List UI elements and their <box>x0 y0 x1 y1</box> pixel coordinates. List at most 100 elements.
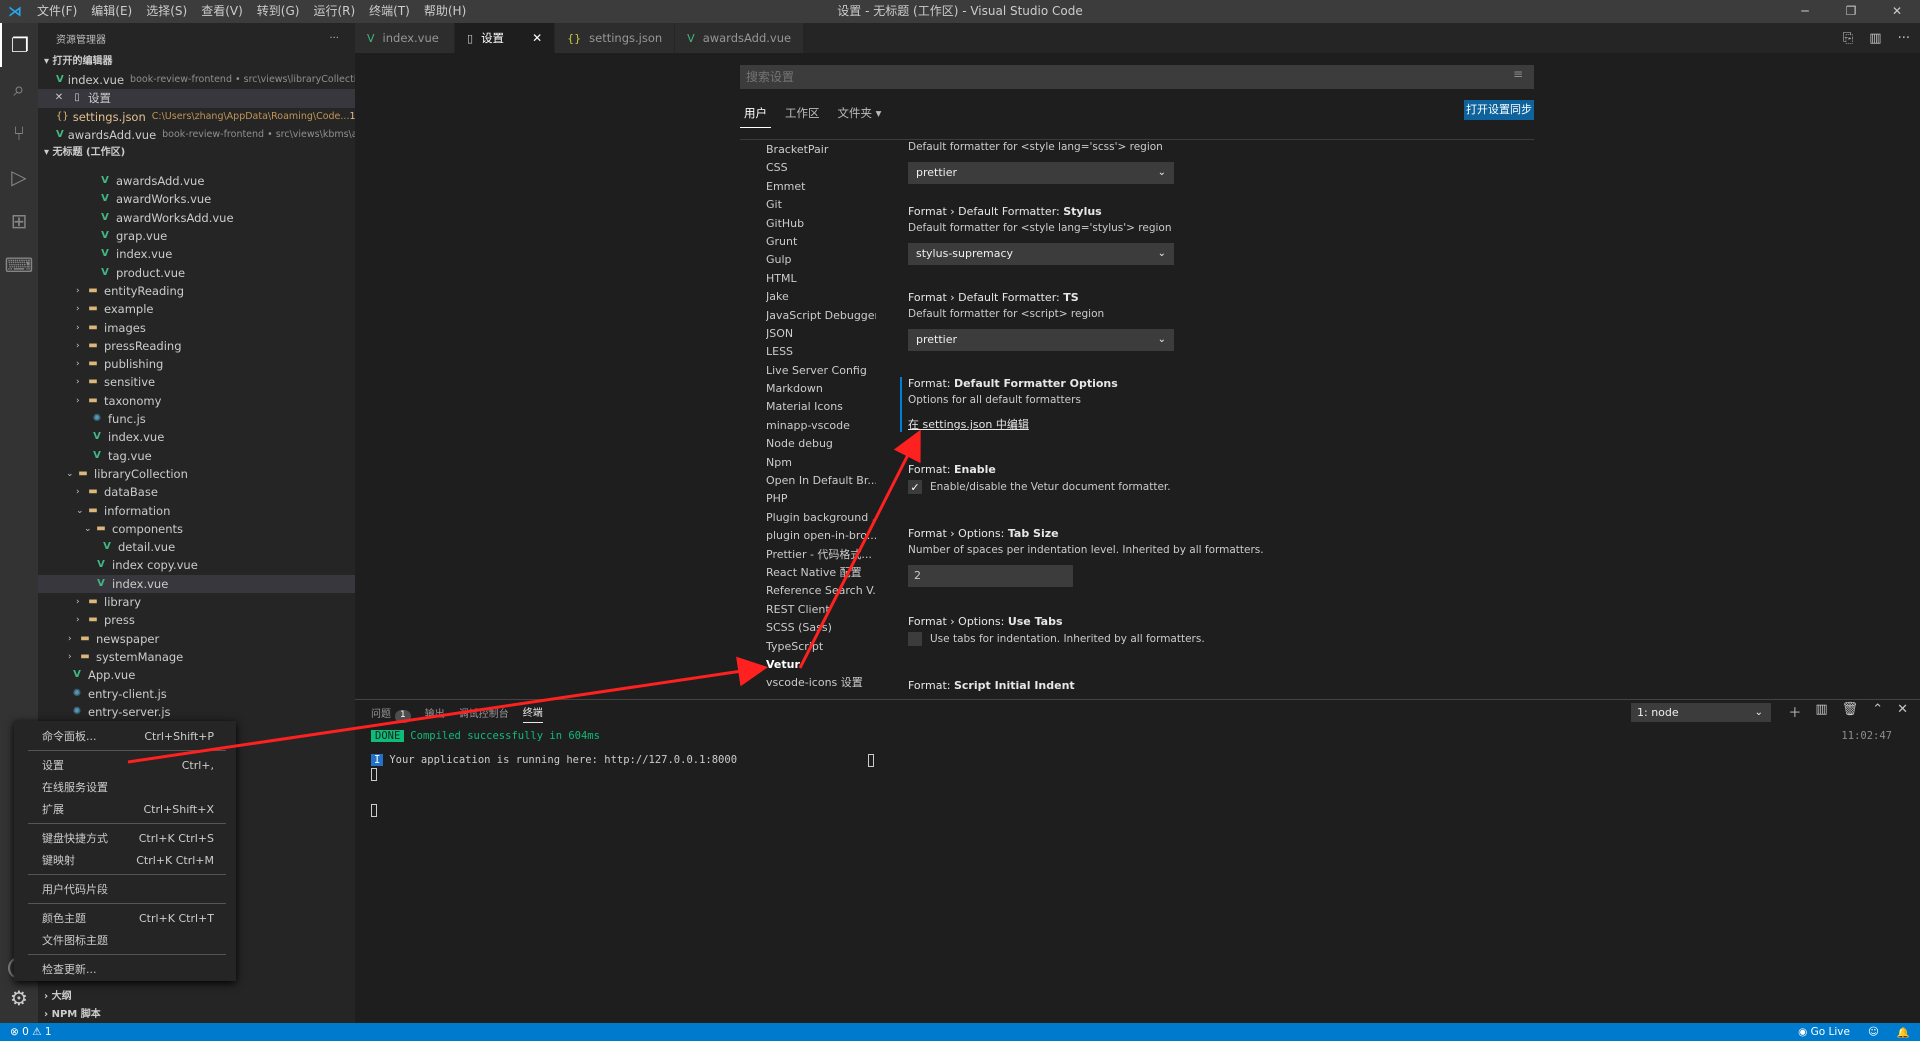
toc-item[interactable]: Material Icons <box>766 398 876 416</box>
menu-item[interactable]: 文件(F) <box>30 0 84 23</box>
tree-item[interactable]: › ▬ press <box>38 611 355 629</box>
toc-item[interactable]: Vetur <box>766 656 876 674</box>
editor-tab[interactable]: ▯ 设置 ✕ <box>455 23 556 53</box>
toc-item[interactable]: REST Client <box>766 601 876 619</box>
more-editor-actions-icon[interactable]: ··· <box>1898 31 1910 46</box>
toc-item[interactable]: Plugin background ... <box>766 509 876 527</box>
open-editors-header[interactable]: ▾ 打开的编辑器 <box>38 53 355 71</box>
toc-item[interactable]: BracketPair <box>766 141 876 159</box>
new-terminal-icon[interactable]: ＋ <box>1788 702 1801 721</box>
tree-item[interactable]: › ▬ pressReading <box>38 337 355 355</box>
toc-item[interactable]: Reference Search V... <box>766 582 876 600</box>
stylus-formatter-select[interactable]: stylus-supremacy ⌄ <box>908 243 1174 265</box>
edit-in-settings-json-link[interactable]: 在 settings.json 中编辑 <box>908 416 1540 432</box>
npm-scripts-header[interactable]: › NPM 脚本 <box>38 1006 355 1023</box>
tab-size-input[interactable]: 2 <box>908 565 1073 587</box>
scope-tab[interactable]: 文件夹 ▾ <box>834 103 886 128</box>
tree-item[interactable]: ✺ entry-client.js <box>38 685 355 703</box>
feedback-icon[interactable]: ☺ <box>1868 1026 1879 1038</box>
tree-item[interactable]: ⌄ ▬ libraryCollection <box>38 465 355 483</box>
tree-item[interactable]: › ▬ example <box>38 300 355 318</box>
tree-item[interactable]: › ▬ publishing <box>38 355 355 373</box>
tree-item[interactable]: VawardWorksAdd.vue <box>38 209 355 227</box>
context-menu-item[interactable]: 检查更新... <box>14 958 236 980</box>
context-menu-item[interactable]: 颜色主题 Ctrl+K Ctrl+T <box>14 907 236 929</box>
terminal-output[interactable]: DONE Compiled successfully in 604ms 11:02… <box>371 728 1906 1018</box>
menu-item[interactable]: 转到(G) <box>250 0 307 23</box>
panel-tab[interactable]: 问题 1 <box>371 705 411 723</box>
extensions-icon[interactable]: ⊞ <box>0 199 38 243</box>
editor-tab[interactable]: Vindex.vue <box>355 23 455 53</box>
minimize-icon[interactable]: ─ <box>1782 0 1828 23</box>
tree-item[interactable]: › ▬ newspaper <box>38 630 355 648</box>
tree-item[interactable]: ✺ entry-server.js <box>38 703 355 721</box>
workspace-header[interactable]: ▾ 无标题 (工作区) <box>38 144 355 162</box>
panel-tab[interactable]: 调试控制台 <box>459 705 509 723</box>
close-icon[interactable]: ✕ <box>52 89 66 107</box>
toc-item[interactable]: minapp-vscode <box>766 417 876 435</box>
open-editor-item[interactable]: Vindex.vue book-review-frontend • src\vie… <box>38 71 355 89</box>
go-live-button[interactable]: ◉ Go Live <box>1798 1026 1850 1038</box>
menu-item[interactable]: 编辑(E) <box>84 0 139 23</box>
toc-item[interactable]: Gulp <box>766 251 876 269</box>
toc-item[interactable]: TypeScript <box>766 638 876 656</box>
restore-icon[interactable]: ❐ <box>1828 0 1874 23</box>
settings-sync-button[interactable]: 打开设置同步 <box>1464 100 1534 120</box>
toc-item[interactable]: SCSS (Sass) <box>766 619 876 637</box>
run-debug-icon[interactable]: ▷ <box>0 155 38 199</box>
tree-item[interactable]: › ▬ library <box>38 593 355 611</box>
tree-item[interactable]: VawardWorks.vue <box>38 190 355 208</box>
tree-item[interactable]: V App.vue <box>38 666 355 684</box>
toc-item[interactable]: plugin open-in-bro... <box>766 527 876 545</box>
menu-item[interactable]: 选择(S) <box>139 0 194 23</box>
panel-tab[interactable]: 终端 <box>522 704 543 723</box>
open-editor-item[interactable]: {} settings.json C:\Users\zhang\AppData\Ro… <box>38 108 355 126</box>
tree-item[interactable]: › ▬ entityReading <box>38 282 355 300</box>
toc-item[interactable]: LESS <box>766 343 876 361</box>
context-menu-item[interactable]: 设置 Ctrl+, <box>14 754 236 776</box>
more-actions-icon[interactable]: ··· <box>329 33 339 44</box>
close-window-icon[interactable]: ✕ <box>1874 0 1920 23</box>
toc-item[interactable]: PHP <box>766 490 876 508</box>
tree-item[interactable]: › ▬ sensitive <box>38 373 355 391</box>
context-menu-item[interactable]: 键映射 Ctrl+K Ctrl+M <box>14 849 236 871</box>
menu-item[interactable]: 终端(T) <box>362 0 417 23</box>
tree-item[interactable]: ⌄ ▬ components <box>38 520 355 538</box>
open-editor-item[interactable]: ✕ ▯ 设置 <box>38 89 355 108</box>
tree-item[interactable]: Vindex copy.vue <box>38 556 355 574</box>
toc-item[interactable]: GitHub <box>766 215 876 233</box>
toc-item[interactable]: Node debug <box>766 435 876 453</box>
tree-item[interactable]: Vindex.vue <box>38 245 355 263</box>
scope-tab[interactable]: 用户 <box>740 103 771 128</box>
outline-header[interactable]: › 大纲 <box>38 988 355 1006</box>
problems-status[interactable]: ⊗ 0 ⚠ 1 <box>0 1026 52 1038</box>
settings-search-input[interactable] <box>740 65 1534 89</box>
toc-item[interactable]: JavaScript Debugger <box>766 307 876 325</box>
tree-item[interactable]: ⌄ ▬ information <box>38 502 355 520</box>
tree-item[interactable]: › ▬ systemManage <box>38 648 355 666</box>
use-tabs-checkbox[interactable] <box>908 632 922 646</box>
panel-tab[interactable]: 输出 <box>425 705 445 723</box>
toc-item[interactable]: Live Server Config <box>766 362 876 380</box>
toc-item[interactable]: React Native 配置 <box>766 564 876 582</box>
tree-item[interactable]: Vindex.vue <box>38 574 355 594</box>
context-menu-item[interactable]: 键盘快捷方式 Ctrl+K Ctrl+S <box>14 827 236 849</box>
toc-item[interactable]: Open In Default Br... <box>766 472 876 490</box>
toc-item[interactable]: Grunt <box>766 233 876 251</box>
tree-item[interactable]: › ▬ taxonomy <box>38 392 355 410</box>
toc-item[interactable]: Git <box>766 196 876 214</box>
explorer-icon[interactable]: ❐ <box>0 23 38 67</box>
context-menu-item[interactable]: 命令面板... Ctrl+Shift+P <box>14 725 236 747</box>
tree-item[interactable]: Vindex.vue <box>38 428 355 446</box>
enable-checkbox[interactable]: ✓ <box>908 480 922 494</box>
scope-tab[interactable]: 工作区 <box>781 103 824 128</box>
tree-item[interactable]: Vgrap.vue <box>38 227 355 245</box>
toc-item[interactable]: Prettier - 代码格式... <box>766 546 876 564</box>
toc-item[interactable]: vscode-icons 设置 <box>766 674 876 692</box>
toc-item[interactable]: Jake <box>766 288 876 306</box>
notifications-icon[interactable]: 🔔 <box>1897 1026 1910 1039</box>
context-menu-item[interactable]: 扩展 Ctrl+Shift+X <box>14 798 236 820</box>
tree-item[interactable]: › ▬ dataBase <box>38 483 355 501</box>
tree-item[interactable]: Vdetail.vue <box>38 538 355 556</box>
gear-icon[interactable]: ⚙ <box>0 983 38 1013</box>
